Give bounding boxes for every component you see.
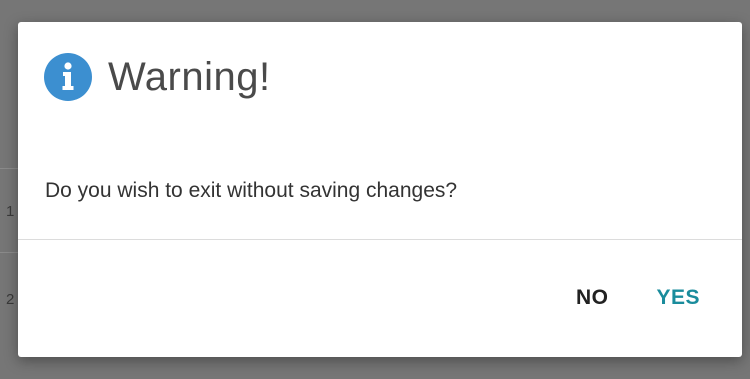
dialog-message: Do you wish to exit without saving chang… xyxy=(45,179,458,202)
row-number: 2 xyxy=(6,291,15,308)
info-icon xyxy=(44,53,92,101)
table-row-divider xyxy=(0,168,20,169)
row-number: 1 xyxy=(6,203,15,220)
dialog-title: Warning! xyxy=(108,54,271,99)
dialog-header: Warning! xyxy=(44,50,271,104)
dialog-actions: NO YES xyxy=(572,280,704,316)
warning-dialog: Warning! Do you wish to exit without sav… xyxy=(18,22,742,357)
yes-button[interactable]: YES xyxy=(652,280,704,316)
no-button[interactable]: NO xyxy=(572,280,613,316)
table-row-divider xyxy=(0,252,20,253)
dialog-divider xyxy=(18,239,742,240)
